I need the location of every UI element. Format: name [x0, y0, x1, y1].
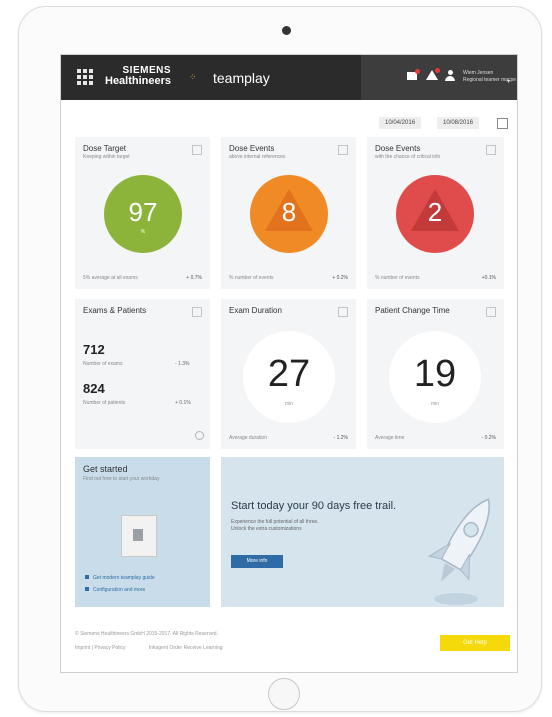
app-screen: SIEMENS Healthineers ⁘ teamplay Wiem Jen…: [60, 54, 518, 673]
patient-change-value: 19: [413, 353, 457, 395]
exams-patients-card[interactable]: Exams & Patients 712 Number of exams - 1…: [75, 299, 210, 449]
more-info-button[interactable]: More info: [231, 555, 283, 568]
card-footer-label: % number of events: [375, 275, 420, 281]
footer-links-left[interactable]: Imprint | Privacy Policy: [75, 645, 125, 651]
configuration-link-label: Configuration and more: [93, 587, 146, 593]
guide-link-label: Get modern teamplay guide: [93, 575, 155, 581]
card-subtitle: Keeping within target: [83, 154, 130, 160]
promo-text: Experience the full potential of all thr…: [231, 519, 319, 533]
patient-change-circle: 19 min: [389, 331, 481, 423]
card-title: Dose Target: [83, 144, 126, 153]
patient-change-card[interactable]: Patient Change Time 19 min Average time …: [367, 299, 504, 449]
card-title: Dose Events: [229, 144, 275, 153]
rocket-icon: [427, 498, 490, 605]
card-subtitle: above internal references: [229, 154, 286, 160]
camera: [282, 26, 291, 35]
date-from[interactable]: 10/04/2016: [379, 117, 422, 129]
promo-title: Start today your 90 days free trail.: [231, 500, 397, 512]
user-name: Wiem Jensen: [463, 70, 494, 76]
home-button[interactable]: [268, 678, 300, 710]
footer-links: Imprint | Privacy Policy Inkagent Order …: [75, 645, 223, 651]
exam-duration-card[interactable]: Exam Duration 27 min Average duration - …: [221, 299, 356, 449]
promo-text-line2: Unlock the extra customizations: [231, 526, 302, 532]
patient-change-unit: min: [430, 401, 440, 407]
card-footer-label: Average duration: [229, 435, 267, 441]
dose-events-critical-card[interactable]: Dose Events with the chance of critical …: [367, 137, 504, 289]
alert-badge: [435, 68, 440, 73]
brand-logo: SIEMENS Healthineers: [105, 65, 171, 87]
card-trend: +0.1%: [481, 275, 496, 281]
exam-duration-value: 27: [267, 353, 311, 395]
date-to[interactable]: 10/08/2016: [437, 117, 480, 129]
exam-duration-unit: min: [284, 401, 294, 407]
card-subtitle: with the chance of critical info: [375, 154, 441, 160]
get-started-subtitle: Find out how to start your workday: [83, 476, 160, 482]
dose-target-gauge: 97 %: [104, 175, 182, 253]
dose-events-card[interactable]: Dose Events above internal references 8 …: [221, 137, 356, 289]
copyright: © Siemens Healthineers GmbH 2015-2017. A…: [75, 631, 218, 637]
patients-value: 824: [83, 381, 105, 396]
guide-link[interactable]: Get modern teamplay guide: [85, 575, 155, 581]
card-trend: - 0.2%: [481, 435, 496, 441]
expand-icon[interactable]: [486, 145, 496, 155]
card-title: Exams & Patients: [83, 306, 147, 315]
exam-duration-circle: 27 min: [243, 331, 335, 423]
patients-label: Number of patients: [83, 400, 126, 406]
app-name: teamplay: [213, 70, 270, 86]
dose-target-card[interactable]: Dose Target Keeping within target 97 % 5…: [75, 137, 210, 289]
settings-icon[interactable]: [195, 431, 204, 440]
exams-trend: - 1.3%: [175, 361, 190, 367]
user-icon[interactable]: [445, 70, 455, 81]
top-bar: SIEMENS Healthineers ⁘ teamplay Wiem Jen…: [61, 55, 517, 100]
expand-icon[interactable]: [486, 307, 496, 317]
calendar-icon[interactable]: [497, 118, 508, 129]
dose-target-unit: %: [140, 229, 146, 235]
get-started-card[interactable]: Get started Find out how to start your w…: [75, 457, 210, 607]
card-title: Patient Change Time: [375, 306, 450, 315]
promo-banner: Start today your 90 days free trail. Exp…: [221, 457, 504, 607]
footer-links-right[interactable]: Inkagent Order Receive Learning: [149, 645, 223, 651]
get-started-title: Get started: [83, 464, 128, 474]
mail-badge: [415, 69, 420, 74]
dose-target-value: 97: [128, 197, 158, 227]
app-grid-icon[interactable]: [77, 69, 93, 85]
dose-events-critical-value: 2: [427, 197, 443, 227]
link-icon: [85, 587, 89, 591]
card-title: Exam Duration: [229, 306, 282, 315]
expand-icon[interactable]: [338, 145, 348, 155]
card-trend: + 0.7%: [186, 275, 202, 281]
expand-icon[interactable]: [192, 307, 202, 317]
expand-icon[interactable]: [338, 307, 348, 317]
date-range-bar: 10/04/2016 10/08/2016: [61, 111, 517, 131]
document-icon: [121, 515, 157, 557]
link-icon: [85, 575, 89, 579]
get-help-button[interactable]: Get Help: [440, 635, 510, 651]
dose-events-value: 8: [281, 197, 297, 227]
promo-text-line1: Experience the full potential of all thr…: [231, 519, 319, 525]
chevron-down-icon[interactable]: ▾: [507, 78, 510, 85]
expand-icon[interactable]: [192, 145, 202, 155]
brand-dots-icon: ⁘: [189, 72, 197, 82]
exams-value: 712: [83, 342, 105, 357]
card-trend: - 1.2%: [333, 435, 348, 441]
patients-trend: + 0.1%: [175, 400, 191, 406]
brand-line2: Healthineers: [105, 75, 172, 87]
card-title: Dose Events: [375, 144, 421, 153]
dose-events-critical-gauge: 2: [396, 175, 474, 253]
dose-events-gauge: 8: [250, 175, 328, 253]
configuration-link[interactable]: Configuration and more: [85, 587, 145, 593]
card-footer-label: 5% average at all exams: [83, 275, 138, 281]
card-trend: + 0.2%: [332, 275, 348, 281]
card-footer-label: % number of events: [229, 275, 274, 281]
card-footer-label: Average time: [375, 435, 405, 441]
exams-label: Number of exams: [83, 361, 123, 367]
